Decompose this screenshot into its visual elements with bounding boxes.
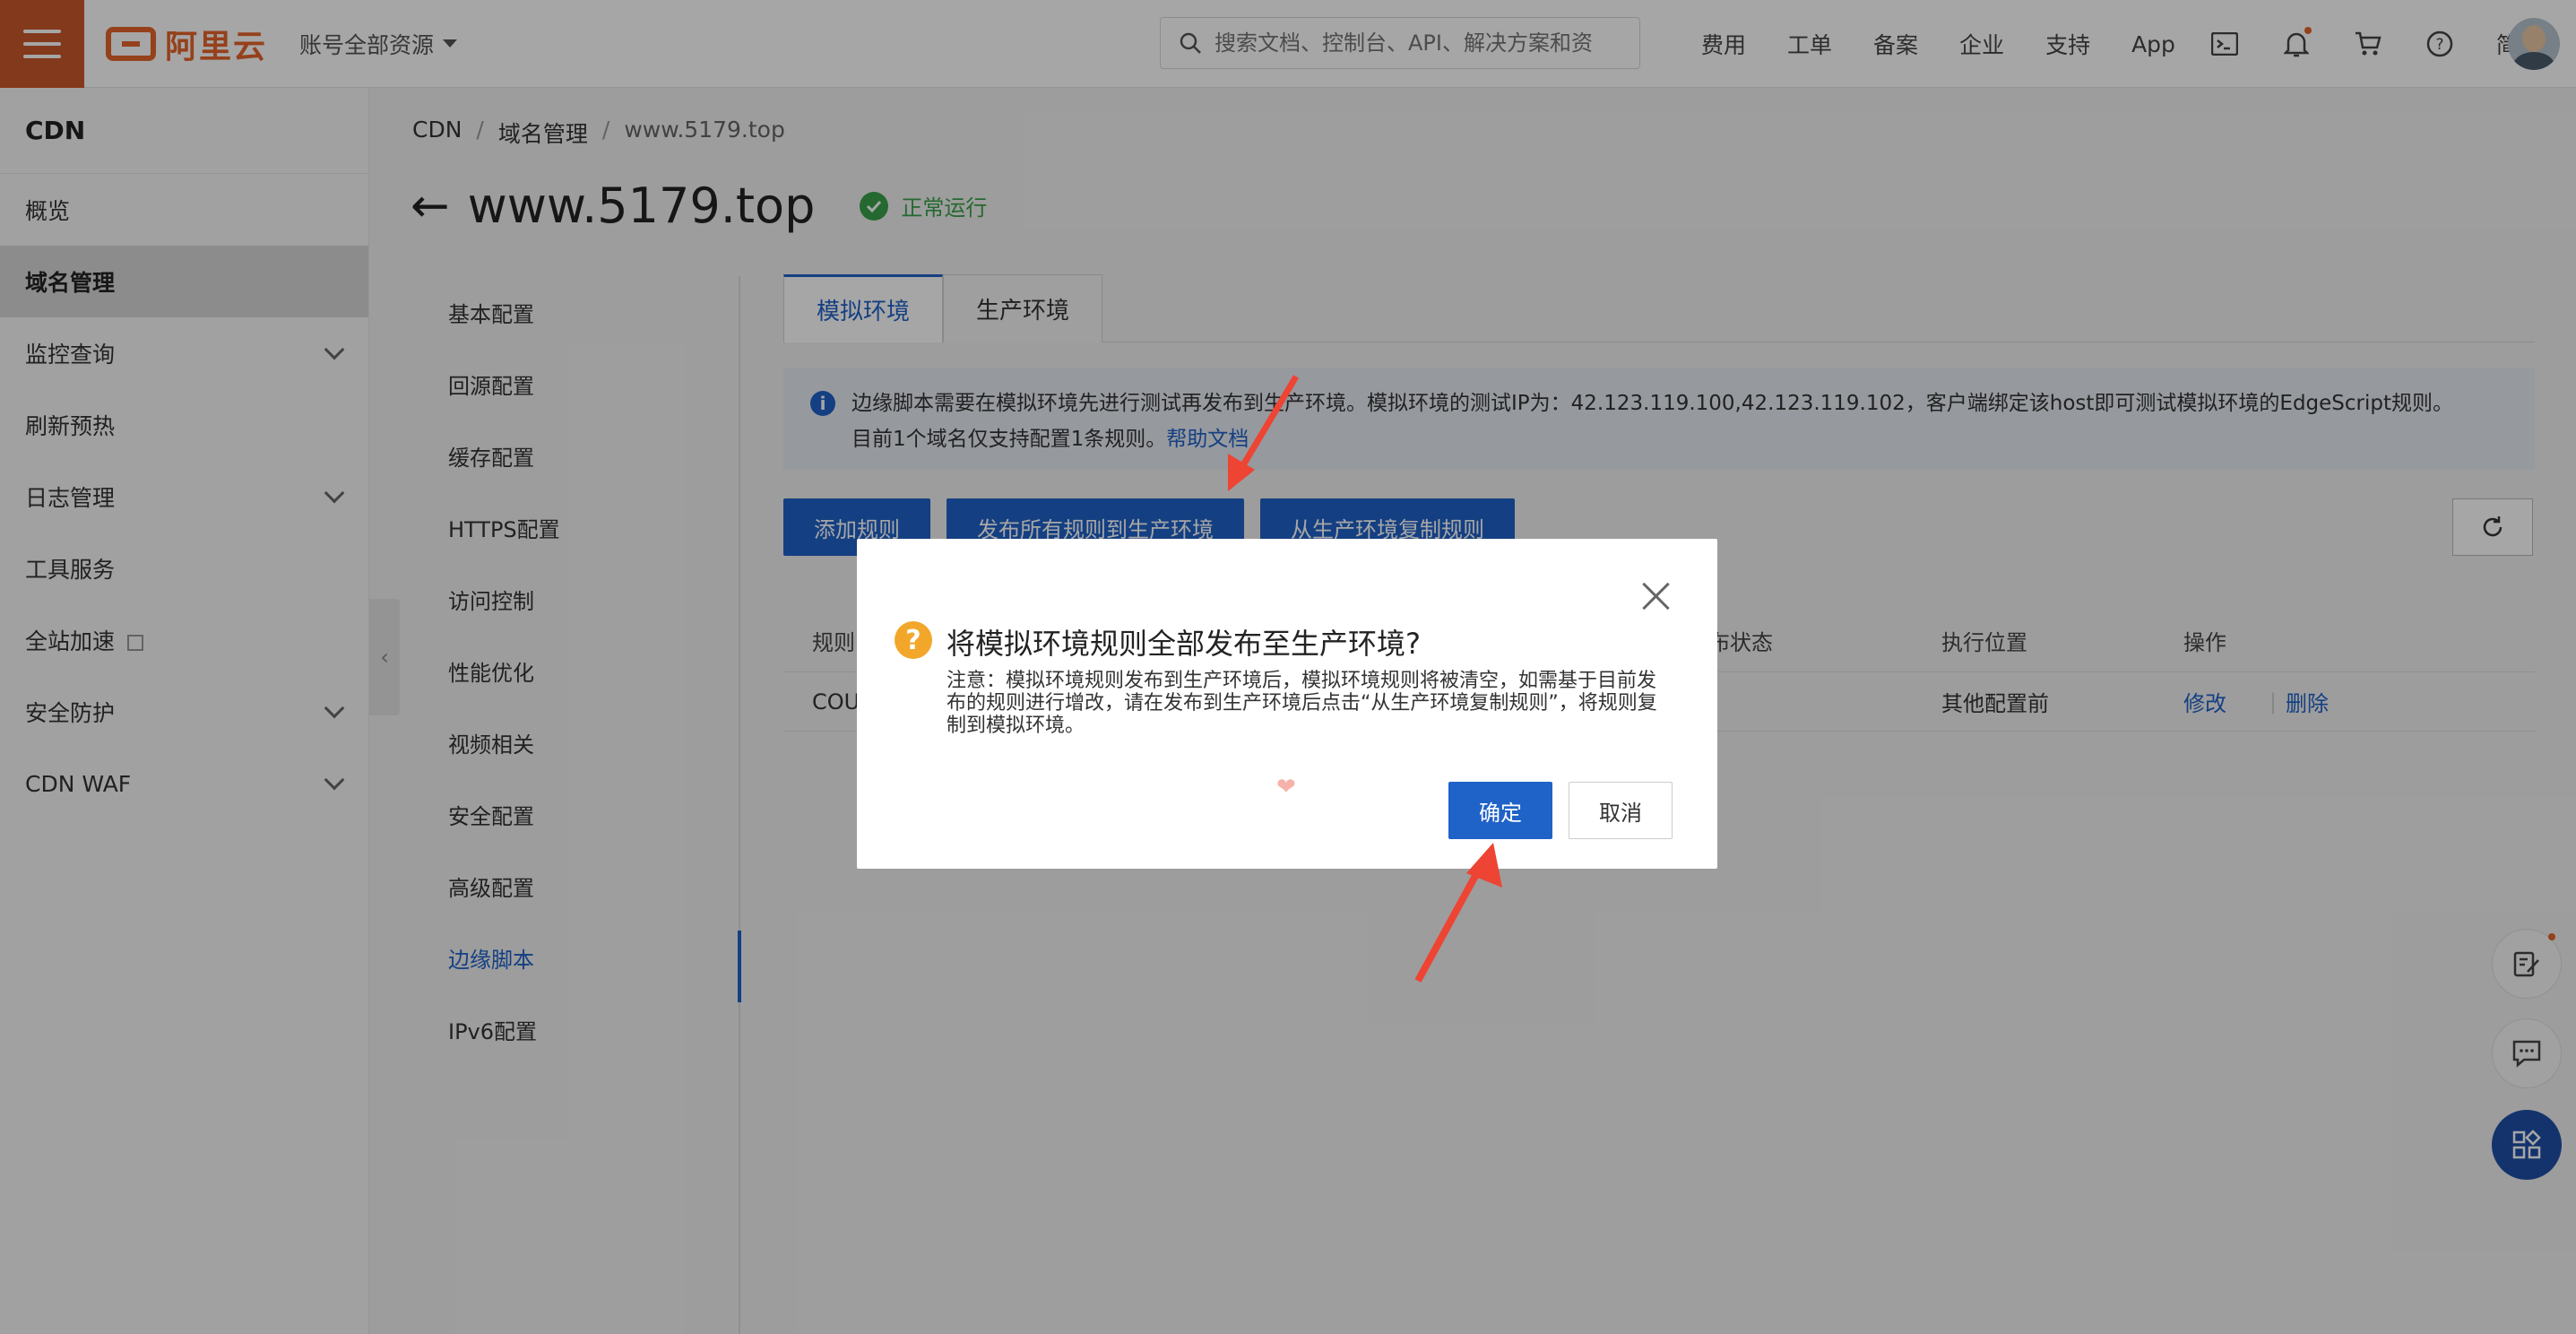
heart-icon: ❤ bbox=[1276, 774, 1296, 801]
dialog-title: 将模拟环境规则全部发布至生产环境? bbox=[947, 627, 1421, 661]
confirm-button[interactable]: 确定 bbox=[1448, 782, 1552, 839]
cancel-button[interactable]: 取消 bbox=[1569, 782, 1673, 839]
close-icon[interactable] bbox=[1638, 578, 1674, 614]
dialog-body: 注意：模拟环境规则发布到生产环境后，模拟环境规则将被清空，如需基于目前发布的规则… bbox=[947, 670, 1657, 737]
question-icon: ? bbox=[895, 621, 932, 659]
confirm-dialog: ? 将模拟环境规则全部发布至生产环境? 注意：模拟环境规则发布到生产环境后，模拟… bbox=[857, 539, 1717, 869]
